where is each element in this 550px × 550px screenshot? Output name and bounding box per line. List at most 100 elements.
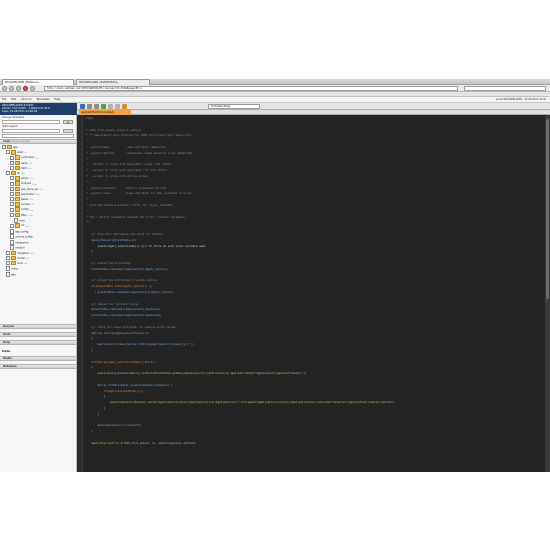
expand-icon[interactable]: [6, 250, 10, 255]
expand-icon[interactable]: [10, 212, 14, 217]
code-line: * _select(name) - name attribute (Requir…: [85, 146, 167, 149]
folder-icon: [11, 250, 16, 255]
code-line: <?php: [85, 117, 93, 120]
expand-icon[interactable]: [6, 171, 10, 176]
section-recycle[interactable]: Recycle: [0, 324, 76, 329]
search-icon[interactable]: [63, 129, 73, 133]
filter-input[interactable]: [2, 134, 74, 138]
tree-item-site[interactable]: site: [0, 271, 76, 278]
code-editor[interactable]: <?php /* html_form_select_select(t_option…: [77, 115, 550, 472]
file-icon: [10, 245, 15, 251]
tree-item-label: analysis: [21, 182, 32, 186]
redo-icon[interactable]: [94, 104, 99, 109]
expand-icon[interactable]: [10, 186, 14, 191]
stop-icon[interactable]: [23, 86, 28, 91]
menu-templates[interactable]: Templates: [36, 98, 49, 101]
editor-toolbar: Template Begin: [77, 103, 550, 110]
code-line: $// remove the "options" value: [85, 302, 139, 306]
file-icon: [6, 271, 11, 277]
expand-icon[interactable]: [10, 166, 14, 171]
expand-icon[interactable]: [10, 223, 14, 228]
folder-icon: [7, 145, 12, 150]
tree-item-size: 3kb: [25, 257, 30, 260]
tree-item-size: 3kb: [29, 162, 33, 165]
expand-icon[interactable]: [10, 197, 14, 202]
forward-icon[interactable]: [9, 86, 14, 91]
folder-icon: [11, 150, 16, 155]
tree-item-size: 1kb: [39, 188, 44, 191]
tree-item-label: controllers: [21, 156, 35, 160]
expand-icon[interactable]: [10, 202, 14, 207]
file-icon: [6, 266, 11, 272]
indent-icon[interactable]: [115, 104, 120, 109]
expand-icon[interactable]: [10, 207, 14, 212]
tree-item-size: 14: [35, 157, 38, 160]
code-line: }: [85, 412, 100, 416]
tree-item-size: 20kb: [27, 214, 33, 217]
code-line: { $resetTable.removeVar($get[select]($ge…: [85, 291, 175, 294]
expand-icon[interactable]: [10, 160, 14, 165]
quick-search-label: Quick search: [2, 125, 18, 128]
code-line: */: [85, 221, 90, 225]
go-button[interactable]: go: [63, 120, 73, 124]
run-icon[interactable]: [101, 104, 106, 109]
expand-icon[interactable]: [6, 255, 10, 260]
expand-icon[interactable]: [2, 145, 6, 150]
tree-item-size: 9a: [24, 152, 27, 155]
reload-icon[interactable]: [16, 86, 21, 91]
expand-icon[interactable]: [10, 181, 14, 186]
app-login-time: Loan: 21.08.2011 21:46:26: [2, 110, 38, 113]
code-line: * variant 1: array with keys/data "value…: [85, 163, 173, 167]
expand-icon[interactable]: [10, 155, 14, 160]
back-icon[interactable]: [2, 86, 7, 91]
tree-item-label: config: [21, 208, 29, 212]
code-line: * _select(selected) - value to preselect…: [85, 186, 167, 190]
template-select[interactable]: [2, 120, 60, 124]
section-database[interactable]: Database: [0, 364, 76, 369]
editor-scroll-thumb[interactable]: [546, 119, 549, 299]
tree-item-size: 2kb: [29, 178, 34, 181]
code-line: $// extend the attributes if exists opti…: [85, 279, 159, 283]
folder-icon: [15, 165, 20, 171]
code-line: *: [85, 157, 89, 161]
search-replace-icon[interactable]: [108, 104, 113, 109]
menu-account[interactable]: Account: [21, 98, 31, 101]
code-line: if($get[selectedItem]))){: [85, 389, 143, 393]
template-dropdown[interactable]: Template Begin: [208, 104, 260, 109]
section-media[interactable]: Media: [0, 356, 76, 361]
browser-search-input[interactable]: [464, 86, 546, 91]
expand-icon[interactable]: [6, 150, 10, 155]
undo-icon[interactable]: [87, 104, 92, 109]
menu-edit[interactable]: Edit: [11, 98, 16, 101]
line-gutter: [77, 115, 83, 472]
section-tools[interactable]: Tools: [0, 332, 76, 337]
expand-icon[interactable]: [10, 192, 14, 197]
tree-item-label: app: [13, 146, 18, 150]
section-help[interactable]: Help: [0, 340, 76, 345]
tree-item-label: index: [11, 267, 19, 271]
code-line: *: [85, 209, 89, 213]
expand-icon[interactable]: [10, 176, 14, 181]
menu-file[interactable]: File: [2, 98, 6, 101]
tree-item-label: demo: [21, 161, 29, 165]
quick-search-input[interactable]: [2, 129, 60, 133]
file-tree: app www9a controllers14 demo3kb html2kb lib2k…: [0, 145, 76, 277]
menu-help[interactable]: Help: [54, 98, 60, 101]
tree-item-label: canvas: [21, 203, 30, 207]
folder-icon: [15, 181, 20, 186]
address-bar[interactable]: http://dev1.dethem.com:3070/SWCRO5/Bt/re…: [44, 86, 458, 91]
change-templates-link[interactable]: Change templates: [2, 116, 76, 119]
tree-item-size: 4kb: [35, 194, 40, 197]
app-header: SPCCDEELAGER 6.0.007 admin/ 7.00 GHZ5 - …: [0, 103, 77, 115]
code-line: $set[select(class)]$Array.toString($get[…: [85, 343, 195, 347]
section-code[interactable]: Code (Shows selected): [0, 139, 76, 144]
save-icon[interactable]: [80, 104, 85, 109]
expand-icon[interactable]: [6, 261, 10, 266]
tree-item-size: 2kb: [20, 173, 25, 176]
code-line: $set[return]($select($Array.forEach($fie…: [85, 372, 307, 376]
bookmark-icon[interactable]: [122, 104, 127, 109]
folder-icon: [15, 186, 20, 192]
folder-icon: [15, 160, 20, 165]
folder-icon: [15, 223, 20, 228]
home-icon[interactable]: [30, 86, 35, 91]
